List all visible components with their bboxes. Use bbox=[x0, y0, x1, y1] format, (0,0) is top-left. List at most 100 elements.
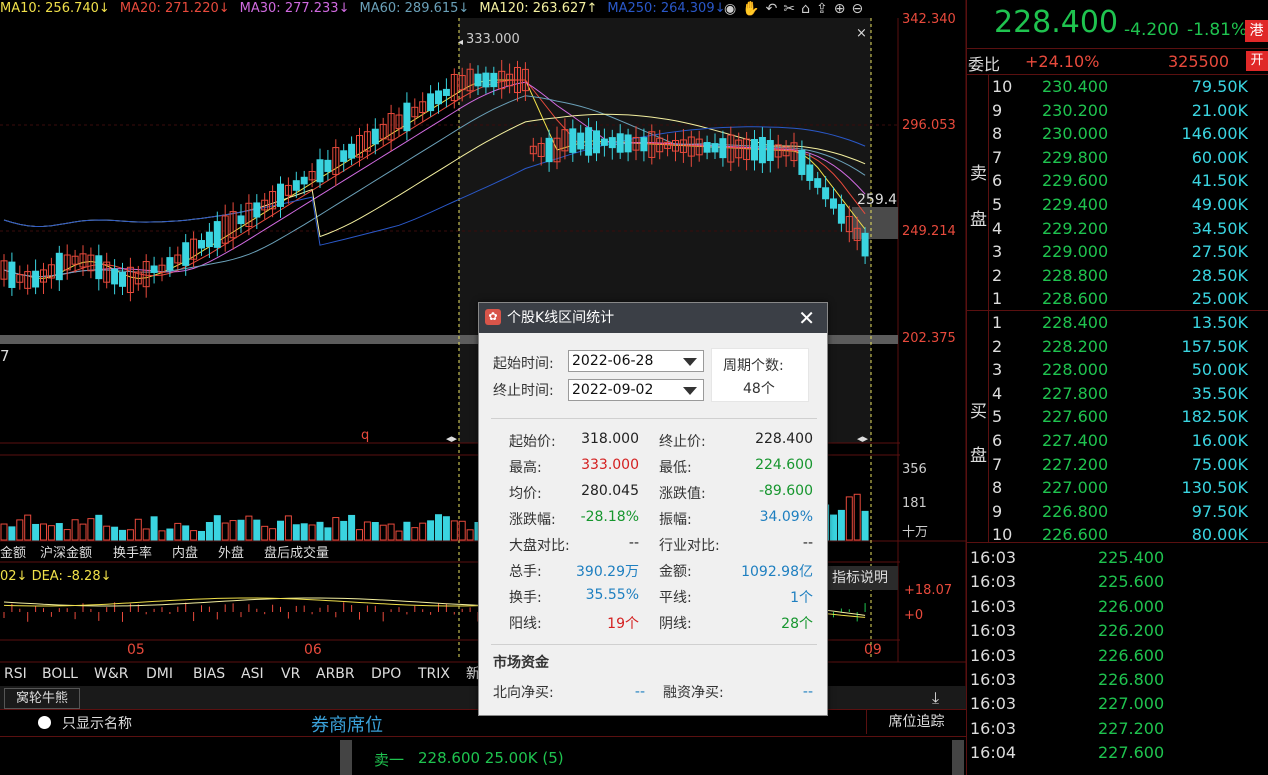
market-funds-heading: 市场资金 bbox=[493, 655, 549, 671]
bid-volume: 157.50K bbox=[1181, 336, 1248, 356]
weibi-label: 委比 bbox=[968, 55, 1001, 74]
tab-trix[interactable]: TRIX bbox=[418, 664, 450, 684]
ask-price: 229.600 bbox=[1042, 171, 1109, 191]
open-badge[interactable]: 开 bbox=[1246, 51, 1268, 71]
svg-text:◂: ◂ bbox=[458, 37, 463, 48]
tab-sh-sz-amount[interactable]: 沪深金额 bbox=[40, 544, 92, 564]
candle bbox=[766, 140, 774, 162]
ask-row[interactable]: 1 228.600 25.00K bbox=[988, 287, 1258, 310]
price-change: -4.200 bbox=[1124, 20, 1179, 40]
tab-outer[interactable]: 外盘 bbox=[218, 544, 244, 564]
undo-icon[interactable]: ↶ bbox=[766, 1, 778, 17]
tab-rsi[interactable]: RSI bbox=[4, 664, 27, 684]
north-net-buy-label: 北向净买: bbox=[493, 685, 554, 701]
seat-tracking-button[interactable]: 席位追踪 bbox=[866, 710, 966, 734]
right-scrollbar[interactable] bbox=[952, 740, 964, 775]
zoom-out-icon[interactable]: ⊖ bbox=[851, 1, 863, 17]
volume-bar bbox=[316, 521, 324, 541]
tab-wr[interactable]: W&R bbox=[94, 664, 129, 684]
candle bbox=[316, 159, 324, 183]
close-icon[interactable]: ✕ bbox=[798, 303, 815, 333]
volume-bar bbox=[182, 525, 190, 541]
volume-bar bbox=[435, 514, 442, 541]
bid-row[interactable]: 1 228.400 13.50K bbox=[988, 311, 1258, 334]
tab-after-hours-volume[interactable]: 盘后成交量 bbox=[264, 544, 329, 564]
volume-bar bbox=[55, 523, 63, 541]
tab-dmi[interactable]: DMI bbox=[146, 664, 173, 684]
left-scrollbar[interactable] bbox=[340, 740, 352, 775]
tab-turnover[interactable]: 换手率 bbox=[113, 544, 152, 564]
dialog-title-bar[interactable]: ✿ 个股K线区间统计 ✕ bbox=[479, 303, 827, 333]
ask-row[interactable]: 6 229.600 41.50K bbox=[988, 169, 1258, 192]
indicator-help-button[interactable]: 指标说明 bbox=[822, 566, 898, 590]
export-icon[interactable]: ⇪ bbox=[816, 1, 828, 17]
candle bbox=[490, 72, 498, 88]
bid-row[interactable]: 7 227.200 75.00K bbox=[988, 453, 1258, 476]
bid-row[interactable]: 10 226.600 80.00K bbox=[988, 523, 1258, 546]
chevron-down-icon bbox=[683, 358, 697, 366]
ask-row[interactable]: 8 230.000 146.00K bbox=[988, 122, 1258, 145]
stat-value: 34.09% bbox=[759, 509, 813, 525]
ask-row[interactable]: 2 228.800 28.50K bbox=[988, 264, 1258, 287]
ask-row[interactable]: 7 229.800 60.00K bbox=[988, 146, 1258, 169]
bid-level: 10 bbox=[992, 525, 1013, 545]
ask-volume: 34.50K bbox=[1191, 218, 1248, 238]
bid-level: 9 bbox=[992, 501, 1003, 521]
eye-icon[interactable]: ◉ bbox=[724, 1, 736, 17]
current-price-marker: 259.4 bbox=[857, 192, 898, 208]
zoom-in-icon[interactable]: ⊕ bbox=[834, 1, 846, 17]
price-tick-2: 296.053 bbox=[902, 118, 956, 133]
tab-amount[interactable]: 金额 bbox=[0, 544, 26, 564]
bid-row[interactable]: 2 228.200 157.50K bbox=[988, 335, 1258, 358]
vol-tick-2: 181 bbox=[902, 496, 927, 511]
end-date-select[interactable]: 2022-09-02 bbox=[568, 379, 704, 401]
tab-warrants-cbbc[interactable]: 窝轮牛熊 bbox=[4, 688, 80, 709]
bid-level: 1 bbox=[992, 313, 1003, 332]
candle bbox=[751, 138, 758, 161]
tab-dpo[interactable]: DPO bbox=[371, 664, 401, 684]
bid-row[interactable]: 8 227.000 130.50K bbox=[988, 476, 1258, 499]
tick-time: 16:03 bbox=[970, 621, 1017, 641]
tab-asi[interactable]: ASI bbox=[241, 664, 264, 684]
broker-seats-title: 券商席位 bbox=[311, 715, 383, 736]
ask-row[interactable]: 4 229.200 34.50K bbox=[988, 217, 1258, 240]
lock-icon[interactable]: ⌂ bbox=[801, 1, 810, 17]
tab-boll[interactable]: BOLL bbox=[42, 664, 78, 684]
volume-bar bbox=[442, 516, 450, 541]
stat-label: 阳线: bbox=[509, 616, 542, 632]
ask-volume: 21.00K bbox=[1191, 100, 1248, 120]
stat-value: -89.600 bbox=[758, 483, 813, 499]
hand-icon[interactable]: ✋ bbox=[742, 1, 759, 17]
end-time-label: 终止时间: bbox=[493, 383, 554, 399]
tab-bias[interactable]: BIAS bbox=[193, 664, 225, 684]
start-date-select[interactable]: 2022-06-28 bbox=[568, 350, 704, 372]
scissors-icon[interactable]: ✂ bbox=[783, 1, 795, 17]
tab-vr[interactable]: VR bbox=[281, 664, 300, 684]
vol-tick-1: 356 bbox=[902, 462, 927, 477]
price-tick-3: 249.214 bbox=[902, 224, 956, 239]
candle bbox=[624, 134, 632, 153]
bid-row[interactable]: 3 228.000 50.00K bbox=[988, 358, 1258, 381]
candle bbox=[435, 90, 442, 105]
sell-one-detail: 228.600 25.00K (5) bbox=[418, 749, 564, 767]
ask-volume: 27.50K bbox=[1191, 242, 1248, 262]
bid-volume: 80.00K bbox=[1191, 525, 1248, 545]
tab-inner[interactable]: 内盘 bbox=[172, 544, 198, 564]
bid-row[interactable]: 9 226.800 97.50K bbox=[988, 500, 1258, 523]
stat-label: 平线: bbox=[659, 590, 692, 606]
candle bbox=[213, 221, 221, 248]
tab-arbr[interactable]: ARBR bbox=[316, 664, 355, 684]
ask-row[interactable]: 3 229.000 27.50K bbox=[988, 240, 1258, 263]
bid-row[interactable]: 5 227.600 182.50K bbox=[988, 405, 1258, 428]
ask-row[interactable]: 5 229.400 49.00K bbox=[988, 193, 1258, 216]
ask-row[interactable]: 9 230.200 21.00K bbox=[988, 99, 1258, 122]
candle bbox=[111, 268, 119, 285]
ma250-value: MA250: 264.309↓ bbox=[607, 1, 726, 16]
radio-show-name-only[interactable] bbox=[38, 716, 51, 729]
ask-row[interactable]: 10 230.400 79.50K bbox=[988, 75, 1258, 98]
download-icon[interactable]: ⤓ bbox=[932, 688, 939, 708]
bid-row[interactable]: 4 227.800 35.50K bbox=[988, 382, 1258, 405]
north-net-buy-value: -- bbox=[634, 684, 645, 700]
stat-label: 终止价: bbox=[659, 434, 706, 450]
bid-row[interactable]: 6 227.400 16.00K bbox=[988, 429, 1258, 452]
